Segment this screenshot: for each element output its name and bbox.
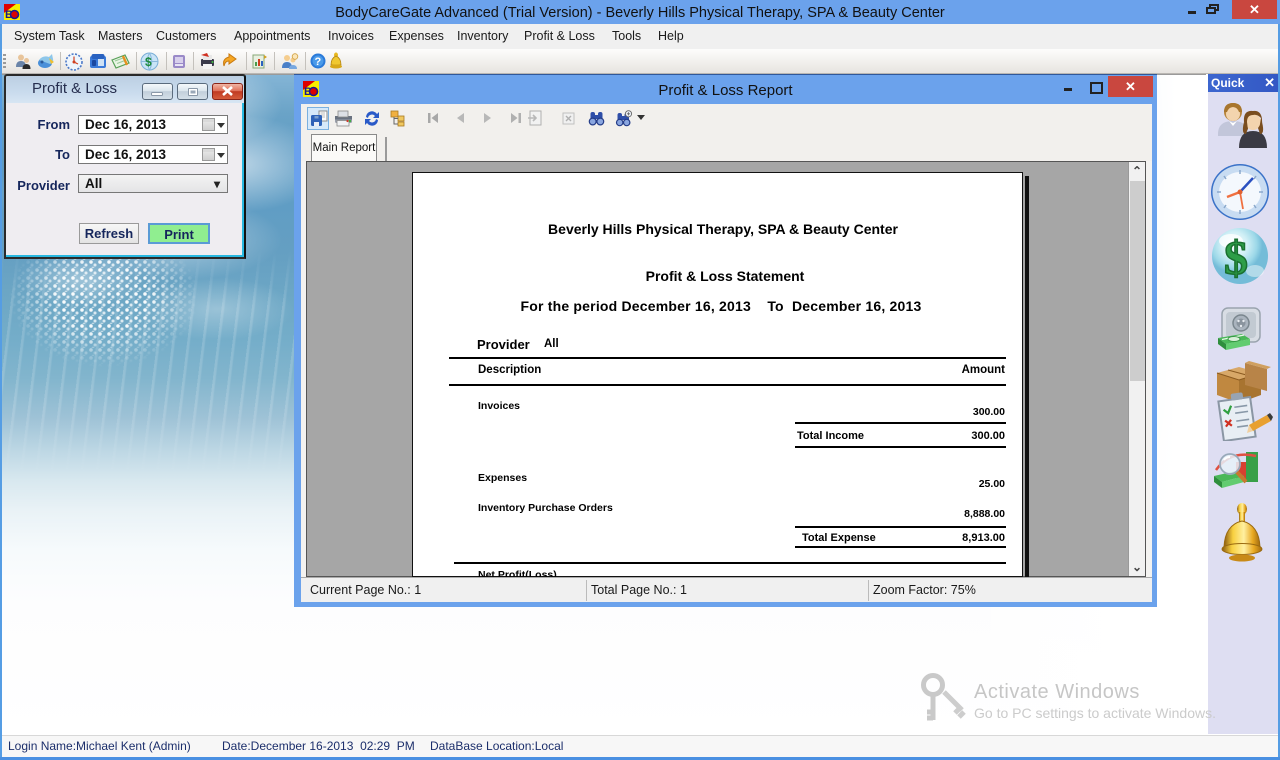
svg-text:?: ? <box>315 56 322 68</box>
svg-text:$: $ <box>1224 232 1248 285</box>
svg-text:$: $ <box>145 55 152 69</box>
